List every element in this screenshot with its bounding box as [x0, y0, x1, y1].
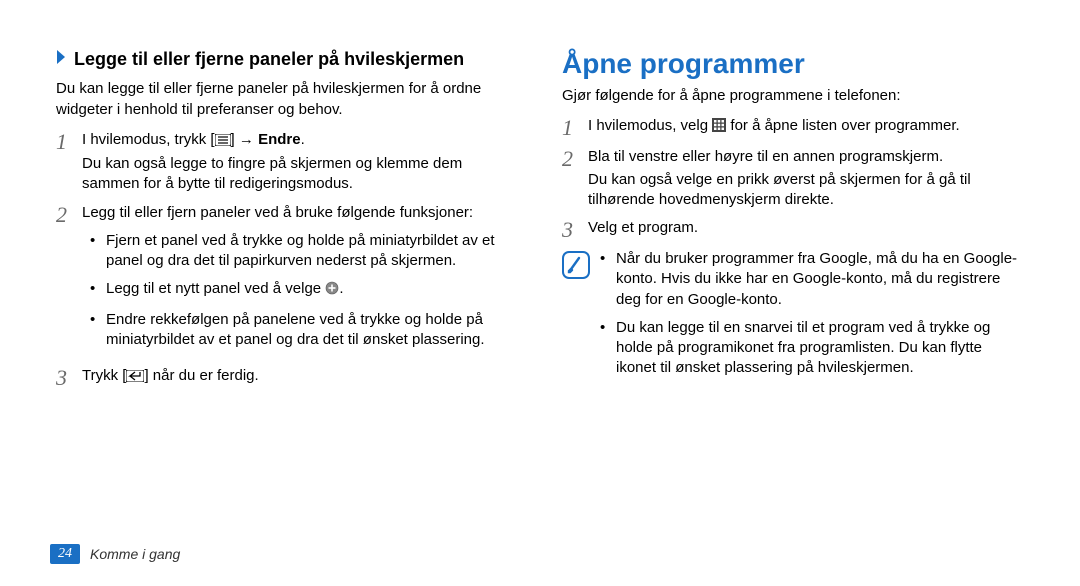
subheading-text: Legge til eller fjerne paneler på hviles… — [74, 48, 518, 71]
left-column: Legge til eller fjerne paneler på hviles… — [56, 48, 518, 397]
step-text: Legg til eller fjern paneler ved å bruke… — [82, 203, 518, 223]
step-text: Trykk [ — [82, 367, 126, 384]
bullet-icon: • — [600, 318, 616, 379]
step-text: I hvilemodus, velg — [588, 117, 712, 134]
bullet-text: Fjern et panel ved å trykke og holde på … — [106, 231, 518, 272]
right-intro: Gjør følgende for å åpne programmene i t… — [562, 86, 1024, 106]
bullet-text: . — [339, 280, 343, 297]
left-step-2: 2 Legg til eller fjern paneler ved å bru… — [56, 203, 518, 359]
right-step-1: 1 I hvilemodus, velg for å åpne listen o… — [562, 116, 1024, 139]
step-number: 3 — [56, 366, 82, 389]
note-icon — [562, 251, 590, 279]
page-spread: Legge til eller fjerne paneler på hviles… — [0, 0, 1080, 417]
footer-section: Komme i gang — [90, 546, 180, 562]
note-block: • Når du bruker programmer fra Google, m… — [562, 249, 1024, 387]
step-number: 2 — [562, 147, 588, 210]
step-text: ] → — [231, 131, 259, 148]
step-text: for å åpne listen over programmer. — [726, 117, 959, 134]
chevron-icon — [56, 48, 68, 71]
menu-key-icon — [215, 132, 231, 152]
bullet-icon: • — [90, 231, 106, 272]
step-number: 1 — [562, 116, 588, 139]
step-number: 1 — [56, 130, 82, 195]
bullet-icon: • — [90, 310, 106, 351]
step-text: Velg et program. — [588, 218, 1024, 241]
right-column: Åpne programmer Gjør følgende for å åpne… — [562, 48, 1024, 397]
step-bold: Endre — [258, 131, 301, 148]
step-text: ] når du er ferdig. — [144, 367, 258, 384]
page-footer: 24 Komme i gang — [50, 544, 180, 564]
step-number: 2 — [56, 203, 82, 359]
right-heading: Åpne programmer — [562, 48, 1024, 80]
step-text: I hvilemodus, trykk [ — [82, 131, 215, 148]
bullet-text: Endre rekkefølgen på panelene ved å tryk… — [106, 310, 518, 351]
bullet-text: Du kan legge til en snarvei til et progr… — [616, 318, 1024, 379]
left-intro: Du kan legge til eller fjerne paneler på… — [56, 79, 518, 120]
left-subheading: Legge til eller fjerne paneler på hviles… — [56, 48, 518, 71]
left-step-3: 3 Trykk [ ] når du er ferdig. — [56, 366, 518, 389]
back-key-icon — [126, 368, 144, 388]
bullet-text: Når du bruker programmer fra Google, må … — [616, 249, 1024, 310]
step-text: . — [301, 131, 305, 148]
bullet-item: • Du kan legge til en snarvei til et pro… — [600, 318, 1024, 379]
bullet-icon: • — [90, 279, 106, 301]
page-number: 24 — [50, 544, 80, 564]
bullet-item: • Fjern et panel ved å trykke og holde p… — [90, 231, 518, 272]
step-text: Bla til venstre eller høyre til en annen… — [588, 147, 1024, 167]
left-step-1: 1 I hvilemodus, trykk [ ] → Endre. Du kan… — [56, 130, 518, 195]
bullet-item: • Endre rekkefølgen på panelene ved å tr… — [90, 310, 518, 351]
bullet-text: Legg til et nytt panel ved å velge — [106, 280, 325, 297]
step-extra: Du kan også legge to fingre på skjermen … — [82, 154, 518, 195]
step-extra: Du kan også velge en prikk øverst på skj… — [588, 170, 1024, 211]
add-circle-icon — [325, 281, 339, 301]
bullet-item: • Når du bruker programmer fra Google, m… — [600, 249, 1024, 310]
right-step-2: 2 Bla til venstre eller høyre til en ann… — [562, 147, 1024, 210]
step-number: 3 — [562, 218, 588, 241]
bullet-item: • Legg til et nytt panel ved å velge . — [90, 279, 518, 301]
bullet-icon: • — [600, 249, 616, 310]
right-step-3: 3 Velg et program. — [562, 218, 1024, 241]
apps-grid-icon — [712, 118, 726, 138]
